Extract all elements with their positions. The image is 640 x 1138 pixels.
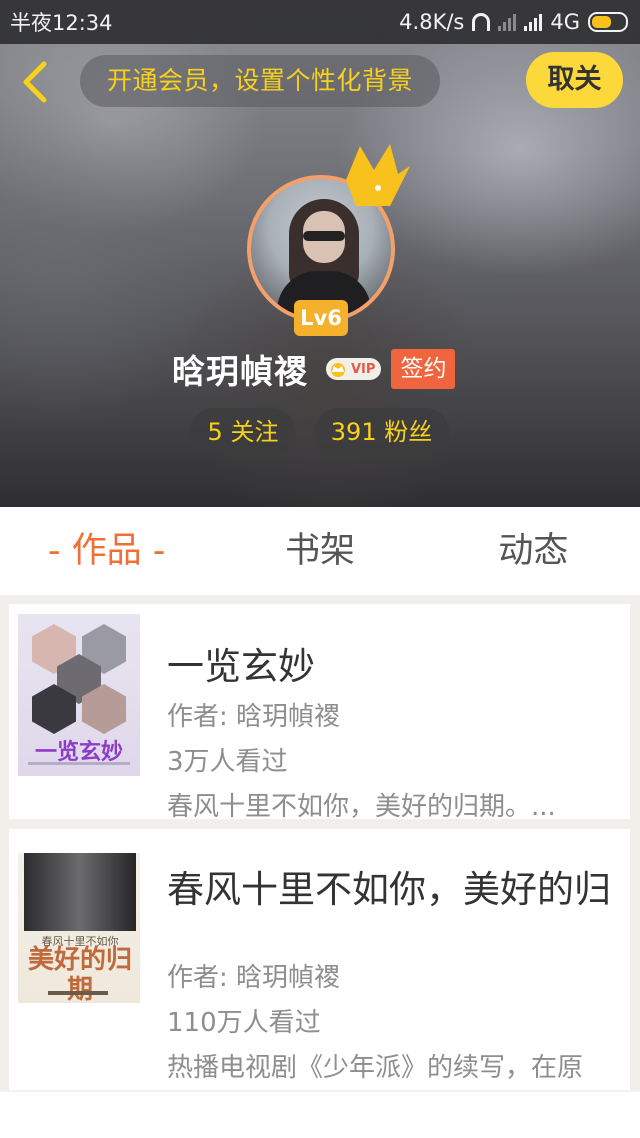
username: 晗玥幀禝	[172, 352, 308, 391]
network-speed: 4.8K/s	[399, 10, 465, 34]
crown-icon	[346, 144, 410, 206]
level-badge: Lv6	[294, 300, 348, 336]
network-type: 4G	[550, 10, 580, 34]
works-list: 一览玄妙 一览玄妙 作者: 晗玥幀禝 3万人看过 春风十里不如你，美好的归期。.…	[0, 595, 640, 1090]
signal-icon	[524, 13, 543, 31]
status-bar: 半夜12:34 4.8K/s 4G	[0, 0, 640, 44]
book-cover[interactable]: 一览玄妙	[18, 614, 140, 776]
book-card[interactable]: 一览玄妙 一览玄妙 作者: 晗玥幀禝 3万人看过 春风十里不如你，美好的归期。.…	[9, 604, 630, 819]
book-cover[interactable]: 春风十里不如你 美好的归期	[18, 853, 140, 1003]
book-title[interactable]: 春风十里不如你，美好的归	[167, 859, 611, 913]
book-description: 春风十里不如你，美好的归期。...	[167, 792, 556, 819]
tab-bookshelf[interactable]: 书架	[213, 507, 426, 595]
bottom-area	[0, 1092, 640, 1138]
book-author: 作者: 晗玥幀禝	[167, 963, 341, 993]
signed-badge: 签约	[391, 349, 456, 389]
book-card[interactable]: 春风十里不如你 美好的归期 春风十里不如你，美好的归 作者: 晗玥幀禝 110万…	[9, 829, 630, 1090]
signal-weak-icon	[498, 13, 517, 31]
back-arrow-icon[interactable]	[16, 58, 56, 106]
vip-label: VIP	[351, 361, 376, 377]
profile-tabs: - 作品 - 书架 动态	[0, 507, 640, 595]
book-description: 热播电视剧《少年派》的续写，在原	[167, 1053, 584, 1083]
tab-activity[interactable]: 动态	[427, 507, 640, 595]
tab-works[interactable]: - 作品 -	[0, 507, 213, 595]
fans-count[interactable]: 391 粉丝	[314, 408, 449, 456]
unfollow-button[interactable]: 取关	[526, 52, 623, 108]
battery-icon	[588, 12, 628, 32]
profile-page: 半夜12:34 4.8K/s 4G 开通会员，设置个性化背景 取关 Lv6 晗玥…	[0, 0, 640, 1138]
status-time: 半夜12:34	[10, 11, 113, 35]
headphone-icon	[472, 13, 491, 31]
following-count[interactable]: 5 关注	[190, 408, 296, 456]
vip-badge[interactable]: VIP	[326, 358, 382, 380]
book-views: 110万人看过	[167, 1008, 321, 1038]
book-title[interactable]: 一览玄妙	[167, 636, 315, 690]
book-views: 3万人看过	[167, 747, 288, 777]
vip-crown-icon	[331, 363, 345, 377]
book-author: 作者: 晗玥幀禝	[167, 702, 341, 732]
profile-header: 半夜12:34 4.8K/s 4G 开通会员，设置个性化背景 取关 Lv6 晗玥…	[0, 0, 640, 507]
name-row: 晗玥幀禝 VIP 签约	[172, 348, 456, 391]
vip-background-banner[interactable]: 开通会员，设置个性化背景	[80, 55, 440, 107]
